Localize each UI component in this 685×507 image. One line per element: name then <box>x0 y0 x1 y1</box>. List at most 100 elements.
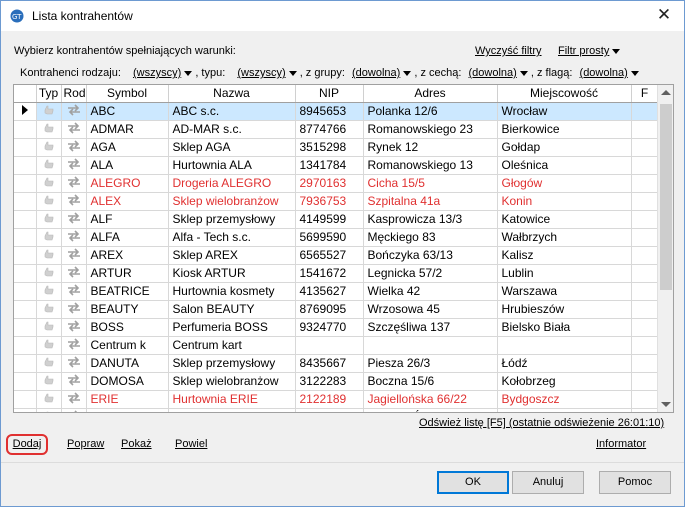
nip-cell[interactable]: 8774766 <box>295 120 364 139</box>
name-cell[interactable]: Sklep Tara Sp. <box>168 408 296 412</box>
table-row[interactable]: DANUTA Sklep przemysłowy 8435667 Piesza 26/… <box>14 354 659 373</box>
symbol-cell[interactable]: BEATRICE <box>86 282 169 301</box>
nip-cell[interactable]: 4149599 <box>295 210 364 229</box>
table-row[interactable]: ALF Sklep przemysłowy 4149599 Kasprowicza 1… <box>14 210 659 229</box>
row-indicator[interactable] <box>14 120 37 139</box>
table-row[interactable]: AGA Sklep AGA 3515298 Rynek 12 Gołdap <box>14 138 659 157</box>
show-button[interactable]: Pokaż <box>121 438 152 450</box>
symbol-cell[interactable]: ALFA <box>86 228 169 247</box>
city-cell[interactable]: Wrocław <box>497 102 632 121</box>
edit-button[interactable]: Popraw <box>67 438 104 450</box>
name-cell[interactable]: Kiosk ARTUR <box>168 264 296 283</box>
address-cell[interactable]: Piesza 26/3 <box>363 354 498 373</box>
address-cell[interactable]: Szczęśliwa 137 <box>363 318 498 337</box>
group-dropdown[interactable]: (dowolna) <box>352 67 412 79</box>
city-cell[interactable]: Lublin <box>497 264 632 283</box>
address-cell[interactable]: Szpitalna 41a <box>363 192 498 211</box>
row-indicator[interactable] <box>14 336 37 355</box>
table-row[interactable]: ARTUR Kiosk ARTUR 1541672 Legnicka 57/2 Lubl… <box>14 264 659 283</box>
symbol-cell[interactable]: ERIE <box>86 390 169 409</box>
city-cell[interactable]: Oleśnica <box>497 156 632 175</box>
table-row[interactable]: DOMOSA Sklep wielobranżow 3122283 Boczna 15… <box>14 372 659 391</box>
address-cell[interactable]: Piastów Śląskich <box>363 408 498 412</box>
city-cell[interactable]: Łódź <box>497 354 632 373</box>
table-row[interactable]: AREX Sklep AREX 6565527 Bończyka 63/13 Kalis… <box>14 246 659 265</box>
table-row[interactable]: ERIE Hurtownia ERIE 2122189 Jagiellońska 66… <box>14 390 659 409</box>
symbol-cell[interactable]: Centrum k <box>86 336 169 355</box>
nip-cell[interactable]: 1341784 <box>295 156 364 175</box>
vertical-scrollbar[interactable] <box>657 85 673 412</box>
nip-cell[interactable]: 3515298 <box>295 138 364 157</box>
nip-cell[interactable]: 5699590 <box>295 228 364 247</box>
cancel-button[interactable]: Anuluj <box>512 471 584 494</box>
address-cell[interactable]: Wielka 42 <box>363 282 498 301</box>
name-cell[interactable]: AD-MAR s.c. <box>168 120 296 139</box>
symbol-cell[interactable]: ALEX <box>86 192 169 211</box>
name-cell[interactable]: Hurtownia ERIE <box>168 390 296 409</box>
table-row[interactable]: ALEX Sklep wielobranżow 7936753 Szpitalna 4… <box>14 192 659 211</box>
name-cell[interactable]: Sklep przemysłowy <box>168 354 296 373</box>
kind-dropdown[interactable]: (wszyscy) <box>133 67 193 79</box>
nip-cell[interactable]: 8769095 <box>295 300 364 319</box>
row-indicator[interactable] <box>14 300 37 319</box>
column-header[interactable]: NIP <box>295 85 364 103</box>
row-indicator[interactable] <box>14 174 37 193</box>
name-cell[interactable]: Sklep przemysłowy <box>168 210 296 229</box>
symbol-cell[interactable]: ALF <box>86 210 169 229</box>
symbol-cell[interactable]: ALA <box>86 156 169 175</box>
address-cell[interactable]: Romanowskiego 23 <box>363 120 498 139</box>
symbol-cell[interactable]: ABC <box>86 102 169 121</box>
row-indicator[interactable] <box>14 264 37 283</box>
table-row[interactable]: Centrum k Centrum kart <box>14 336 659 355</box>
row-indicator[interactable] <box>14 318 37 337</box>
type-dropdown[interactable]: (wszyscy) <box>237 67 297 79</box>
table-row[interactable]: BOSS Perfumeria BOSS 9324770 Szczęśliwa 137… <box>14 318 659 337</box>
filter-mode-dropdown[interactable]: Filtr prosty <box>558 45 621 57</box>
address-cell[interactable]: Kasprowicza 13/3 <box>363 210 498 229</box>
row-indicator[interactable] <box>14 138 37 157</box>
nip-cell[interactable]: 3122283 <box>295 372 364 391</box>
row-indicator[interactable] <box>14 210 37 229</box>
table-row[interactable]: ABC ABC s.c. 8945653 Polanka 12/6 Wrocław <box>14 102 659 121</box>
column-header[interactable]: Adres <box>363 85 498 103</box>
table-row[interactable]: BEAUTY Salon BEAUTY 8769095 Wrzosowa 45 Hrub… <box>14 300 659 319</box>
symbol-cell[interactable]: ALEGRO <box>86 174 169 193</box>
city-cell[interactable]: Bielsko Biała <box>497 318 632 337</box>
nip-cell[interactable]: 2122189 <box>295 390 364 409</box>
row-indicator[interactable] <box>14 390 37 409</box>
column-header[interactable]: Nazwa <box>168 85 296 103</box>
symbol-cell[interactable]: AREX <box>86 246 169 265</box>
symbol-cell[interactable]: AGA <box>86 138 169 157</box>
column-header[interactable]: Symbol <box>86 85 169 103</box>
column-header[interactable]: F <box>631 85 659 103</box>
row-indicator[interactable] <box>14 282 37 301</box>
table-row[interactable]: ALFA Alfa - Tech s.c. 5699590 Męckiego 83 Wa… <box>14 228 659 247</box>
column-header[interactable]: Miejscowość <box>497 85 632 103</box>
city-cell[interactable]: Konin <box>497 192 632 211</box>
name-cell[interactable]: ABC s.c. <box>168 102 296 121</box>
nip-cell[interactable]: 9324770 <box>295 318 364 337</box>
table-row[interactable]: BEATRICE Hurtownia kosmety 4135627 Wielka 4… <box>14 282 659 301</box>
nip-cell[interactable]: 1541672 <box>295 264 364 283</box>
address-cell[interactable]: Rynek 12 <box>363 138 498 157</box>
nip-cell[interactable]: 5763439 <box>295 408 364 412</box>
city-cell[interactable]: Bierkowice <box>497 120 632 139</box>
symbol-cell[interactable]: ARTUR <box>86 264 169 283</box>
address-cell[interactable]: Polanka 12/6 <box>363 102 498 121</box>
name-cell[interactable]: Sklep AREX <box>168 246 296 265</box>
row-indicator[interactable] <box>14 228 37 247</box>
city-cell[interactable]: Kołobrzeg <box>497 372 632 391</box>
city-cell[interactable]: Kalisz <box>497 246 632 265</box>
duplicate-button[interactable]: Powiel <box>175 438 207 450</box>
city-cell[interactable]: Katowice <box>497 210 632 229</box>
nip-cell[interactable]: 6565527 <box>295 246 364 265</box>
scroll-up-icon[interactable] <box>661 90 671 95</box>
name-cell[interactable]: Centrum kart <box>168 336 296 355</box>
address-cell[interactable]: Cicha 15/5 <box>363 174 498 193</box>
help-button[interactable]: Pomoc <box>599 471 671 494</box>
address-cell[interactable]: Jagiellońska 66/22 <box>363 390 498 409</box>
symbol-cell[interactable]: BOSS <box>86 318 169 337</box>
add-button[interactable]: Dodaj <box>6 434 48 455</box>
symbol-cell[interactable]: ADMAR <box>86 120 169 139</box>
city-cell[interactable]: Bydgoszcz <box>497 390 632 409</box>
